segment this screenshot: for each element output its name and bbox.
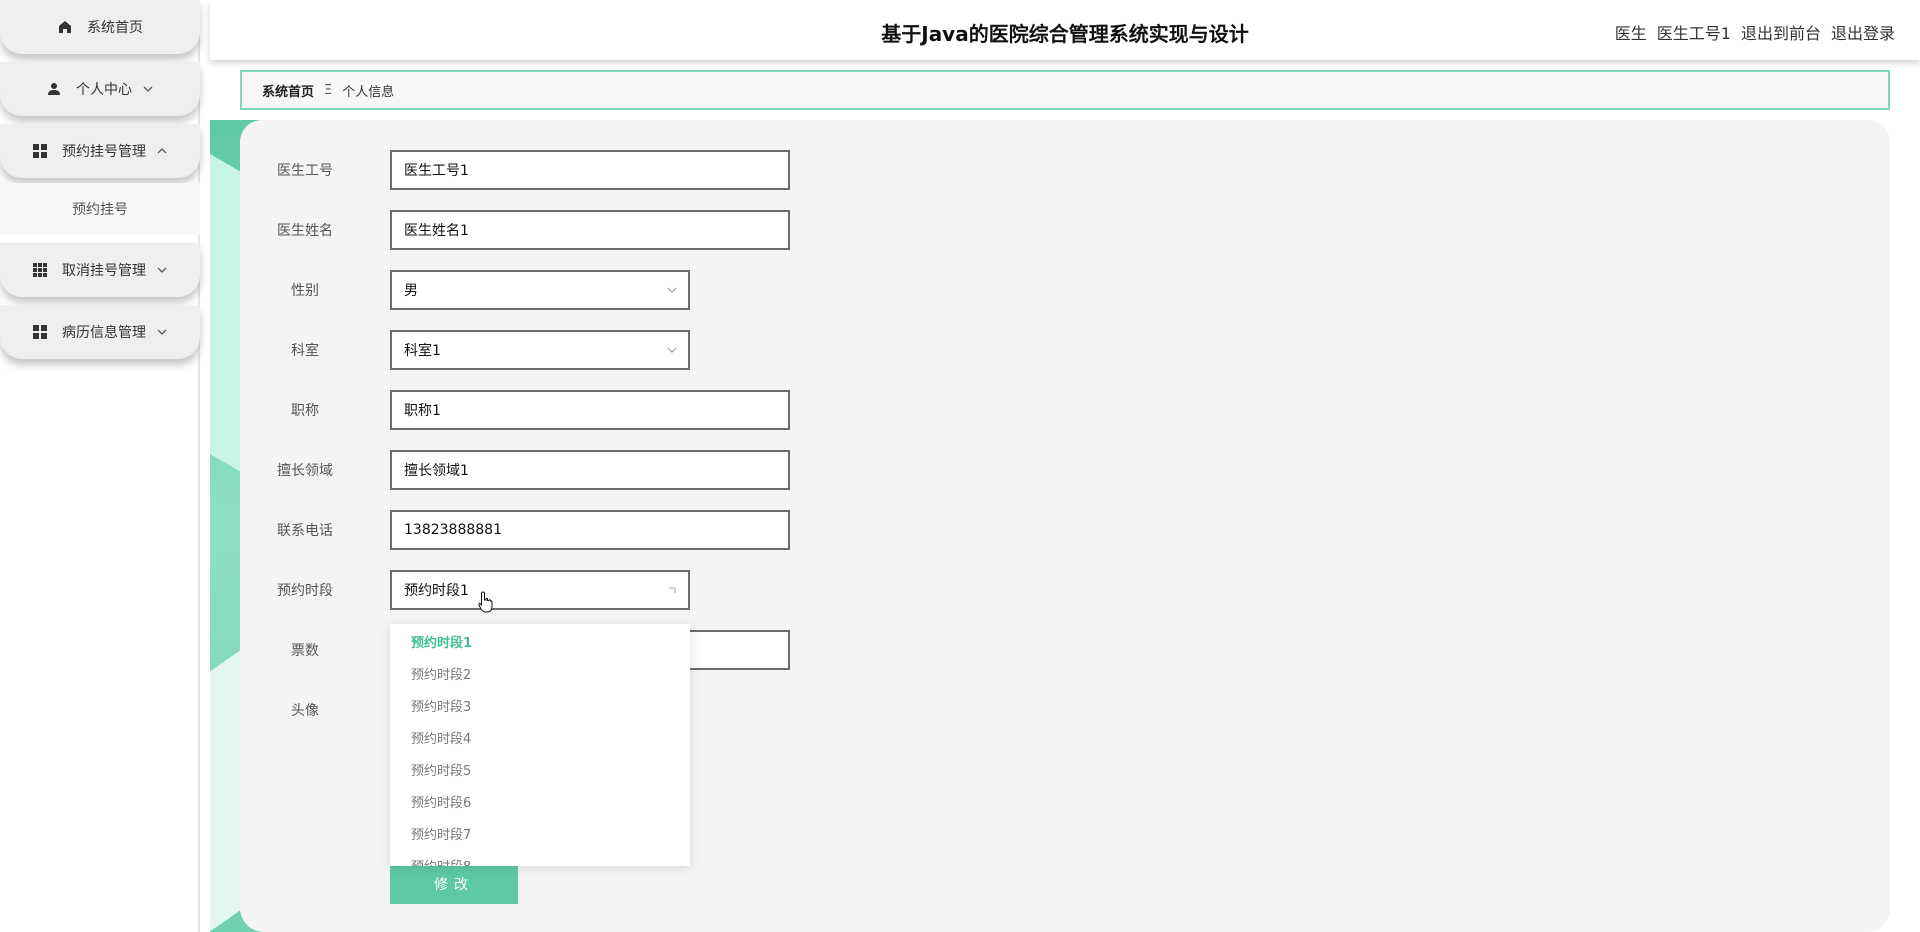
department-value: 科室1 bbox=[404, 343, 441, 359]
back-to-front-link[interactable]: 退出到前台 bbox=[1741, 20, 1821, 44]
chevron-down-icon bbox=[666, 284, 678, 296]
doctor-name-label: 医生姓名 bbox=[277, 223, 333, 239]
breadcrumb-home[interactable]: 系统首页 bbox=[262, 81, 314, 100]
chevron-up-icon bbox=[666, 584, 678, 596]
hand-cursor-icon bbox=[478, 591, 493, 613]
top-header: 基于Java的医院综合管理系统实现与设计 医生 医生工号1 退出到前台 退出登录 bbox=[210, 0, 1920, 60]
sidebar-item-label: 取消挂号管理 bbox=[62, 263, 146, 279]
sidebar-subitem-appointment[interactable]: 预约挂号 bbox=[0, 183, 200, 235]
chevron-down-icon bbox=[156, 326, 168, 338]
breadcrumb-separator: Ξ bbox=[324, 82, 333, 98]
time-slot-label: 预约时段 bbox=[277, 583, 333, 599]
specialty-input[interactable]: 擅长领域1 bbox=[390, 450, 790, 490]
sidebar-item-label: 个人中心 bbox=[76, 82, 132, 98]
avatar-label: 头像 bbox=[291, 703, 319, 719]
time-slot-dropdown: 预约时段1 预约时段2 预约时段3 预约时段4 预约时段5 预约时段6 预约时段… bbox=[390, 624, 690, 866]
sidebar-item-medical-records[interactable]: 病历信息管理 bbox=[0, 305, 200, 359]
user-role: 医生 bbox=[1614, 24, 1647, 43]
user-icon bbox=[46, 81, 62, 97]
sidebar: 系统首页 个人中心 预约挂号管理 预约挂号 取消挂号管理 病历信息管理 bbox=[0, 0, 200, 932]
sidebar-item-home[interactable]: 系统首页 bbox=[0, 0, 200, 54]
dropdown-option[interactable]: 预约时段5 bbox=[390, 756, 690, 788]
header-user-area: 医生 医生工号1 退出到前台 退出登录 bbox=[1615, 20, 1895, 44]
job-title-label: 职称 bbox=[291, 403, 319, 419]
gender-value: 男 bbox=[404, 283, 418, 299]
sidebar-item-label: 系统首页 bbox=[87, 20, 143, 36]
sidebar-item-label: 病历信息管理 bbox=[62, 325, 146, 341]
grid-icon bbox=[32, 324, 48, 340]
apps-icon bbox=[32, 262, 48, 278]
dropdown-option[interactable]: 预约时段3 bbox=[390, 692, 690, 724]
phone-input[interactable]: 13823888881 bbox=[390, 510, 790, 550]
time-slot-value: 预约时段1 bbox=[404, 583, 469, 599]
sidebar-subitem-label: 预约挂号 bbox=[72, 202, 128, 218]
doctor-id-label: 医生工号 bbox=[277, 163, 333, 179]
sidebar-item-cancel-management[interactable]: 取消挂号管理 bbox=[0, 243, 200, 297]
gender-label: 性别 bbox=[291, 283, 319, 299]
chevron-down-icon bbox=[156, 264, 168, 276]
time-slot-select[interactable]: 预约时段1 bbox=[390, 570, 690, 610]
dropdown-option[interactable]: 预约时段2 bbox=[390, 660, 690, 692]
doctor-id-input[interactable]: 医生工号1 bbox=[390, 150, 790, 190]
sidebar-item-label: 预约挂号管理 bbox=[62, 144, 146, 160]
sidebar-item-personal-center[interactable]: 个人中心 bbox=[0, 62, 200, 116]
user-name: 医生工号1 bbox=[1656, 24, 1731, 43]
home-icon bbox=[57, 19, 73, 35]
sidebar-item-appointment-management[interactable]: 预约挂号管理 bbox=[0, 124, 200, 178]
specialty-label: 擅长领域 bbox=[277, 463, 333, 479]
dropdown-option[interactable]: 预约时段4 bbox=[390, 724, 690, 756]
job-title-input[interactable]: 职称1 bbox=[390, 390, 790, 430]
gender-select[interactable]: 男 bbox=[390, 270, 690, 310]
submit-button[interactable]: 修改 bbox=[390, 864, 518, 904]
chevron-down-icon bbox=[142, 83, 154, 95]
dropdown-option[interactable]: 预约时段7 bbox=[390, 820, 690, 852]
dropdown-option[interactable]: 预约时段1 bbox=[390, 628, 690, 660]
tickets-label: 票数 bbox=[291, 643, 319, 659]
phone-label: 联系电话 bbox=[277, 523, 333, 539]
doctor-name-input[interactable]: 医生姓名1 bbox=[390, 210, 790, 250]
dropdown-option[interactable]: 预约时段6 bbox=[390, 788, 690, 820]
department-select[interactable]: 科室1 bbox=[390, 330, 690, 370]
chevron-up-icon bbox=[156, 145, 168, 157]
dropdown-option[interactable]: 预约时段8 bbox=[390, 852, 690, 866]
breadcrumb-current: 个人信息 bbox=[342, 84, 395, 100]
logout-link[interactable]: 退出登录 bbox=[1831, 20, 1895, 44]
grid-icon bbox=[32, 143, 48, 159]
breadcrumb: 系统首页 Ξ 个人信息 bbox=[240, 70, 1890, 110]
chevron-down-icon bbox=[666, 344, 678, 356]
department-label: 科室 bbox=[291, 343, 319, 359]
